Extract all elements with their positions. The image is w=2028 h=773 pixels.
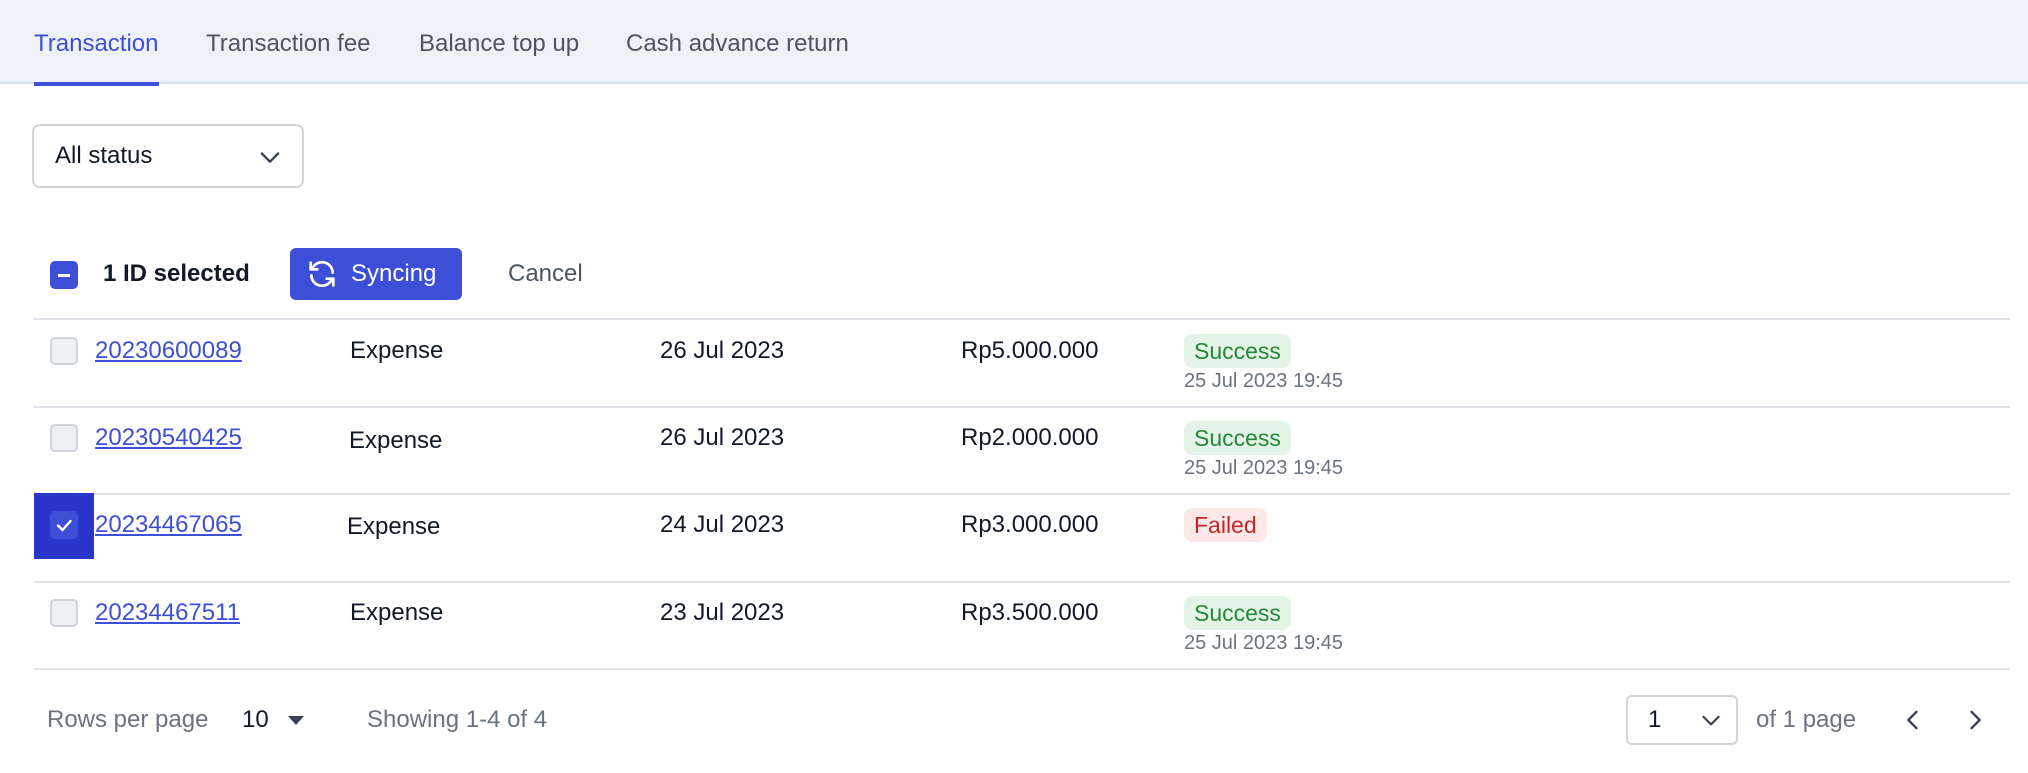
tab-cash-advance-return[interactable]: Cash advance return: [626, 0, 849, 84]
rows-per-page-label: Rows per page: [47, 706, 209, 733]
transaction-id-link[interactable]: 20230540425: [95, 424, 242, 452]
select-all-checkbox[interactable]: [50, 261, 78, 289]
showing-range-text: Showing 1-4 of 4: [367, 706, 548, 733]
status-timestamp: 25 Jul 2023 19:45: [1184, 457, 1344, 479]
table-row[interactable]: 20230600089 Expense 26 Jul 2023 Rp5.000.…: [0, 320, 2028, 406]
amount-cell: Rp3.500.000: [961, 599, 1099, 626]
chevron-right-icon[interactable]: [1961, 706, 1989, 734]
caret-down-icon[interactable]: [288, 716, 304, 725]
amount-cell: Rp5.000.000: [961, 337, 1099, 364]
status-badge: Success: [1184, 421, 1291, 455]
status-badge: Success: [1184, 334, 1291, 368]
transaction-id-link[interactable]: 20234467065: [95, 511, 242, 539]
pagination-bar: Rows per page 10 Showing 1-4 of 4 1 of 1…: [0, 690, 2028, 750]
syncing-button[interactable]: Syncing: [290, 248, 462, 300]
status-filter-value: All status: [55, 142, 153, 169]
category-cell: Expense: [350, 599, 444, 626]
page-number-value: 1: [1648, 706, 1662, 733]
category-cell: Expense: [349, 427, 443, 454]
category-cell: Expense: [350, 337, 444, 364]
date-cell: 26 Jul 2023: [660, 424, 785, 451]
row-checkbox[interactable]: [50, 424, 78, 452]
date-cell: 23 Jul 2023: [660, 599, 785, 626]
tab-balance-top-up[interactable]: Balance top up: [419, 0, 579, 84]
table-row[interactable]: 20234467065 Expense 24 Jul 2023 Rp3.000.…: [0, 495, 2028, 581]
chevron-down-icon: [260, 152, 280, 163]
row-checkbox[interactable]: [50, 599, 78, 627]
transaction-id-link[interactable]: 20230600089: [95, 337, 242, 365]
status-timestamp: 25 Jul 2023 19:45: [1184, 632, 1344, 654]
status-badge: Failed: [1184, 508, 1267, 542]
row-checkbox[interactable]: [50, 511, 78, 539]
bulk-action-bar: 1 ID selected Syncing Cancel: [0, 246, 2028, 302]
date-cell: 24 Jul 2023: [660, 511, 785, 538]
selected-count-label: 1 ID selected: [103, 260, 250, 287]
tab-bar: Transaction Transaction fee Balance top …: [0, 0, 2028, 86]
row-checkbox[interactable]: [50, 337, 78, 365]
amount-cell: Rp2.000.000: [961, 424, 1099, 451]
status-timestamp: 25 Jul 2023 19:45: [1184, 370, 1344, 392]
refresh-icon: [309, 260, 335, 288]
page-count-text: of 1 page: [1756, 706, 1857, 733]
chevron-down-icon: [1702, 715, 1720, 726]
check-icon: [56, 519, 72, 532]
category-cell: Expense: [347, 513, 441, 540]
page-number-select[interactable]: 1: [1626, 695, 1738, 745]
transaction-id-link[interactable]: 20234467511: [95, 599, 240, 627]
chevron-left-icon[interactable]: [1899, 706, 1927, 734]
rows-per-page-select[interactable]: 10: [242, 690, 269, 750]
amount-cell: Rp3.000.000: [961, 511, 1099, 538]
status-badge: Success: [1184, 596, 1291, 630]
tab-transaction[interactable]: Transaction: [34, 0, 159, 86]
status-filter-select[interactable]: All status: [32, 124, 304, 188]
date-cell: 26 Jul 2023: [660, 337, 785, 364]
cancel-button[interactable]: Cancel: [508, 246, 583, 302]
tab-transaction-fee[interactable]: Transaction fee: [206, 0, 371, 84]
table-row[interactable]: 20230540425 Expense 26 Jul 2023 Rp2.000.…: [0, 408, 2028, 494]
syncing-button-label: Syncing: [351, 260, 437, 287]
table-row[interactable]: 20234467511 Expense 23 Jul 2023 Rp3.500.…: [0, 583, 2028, 669]
